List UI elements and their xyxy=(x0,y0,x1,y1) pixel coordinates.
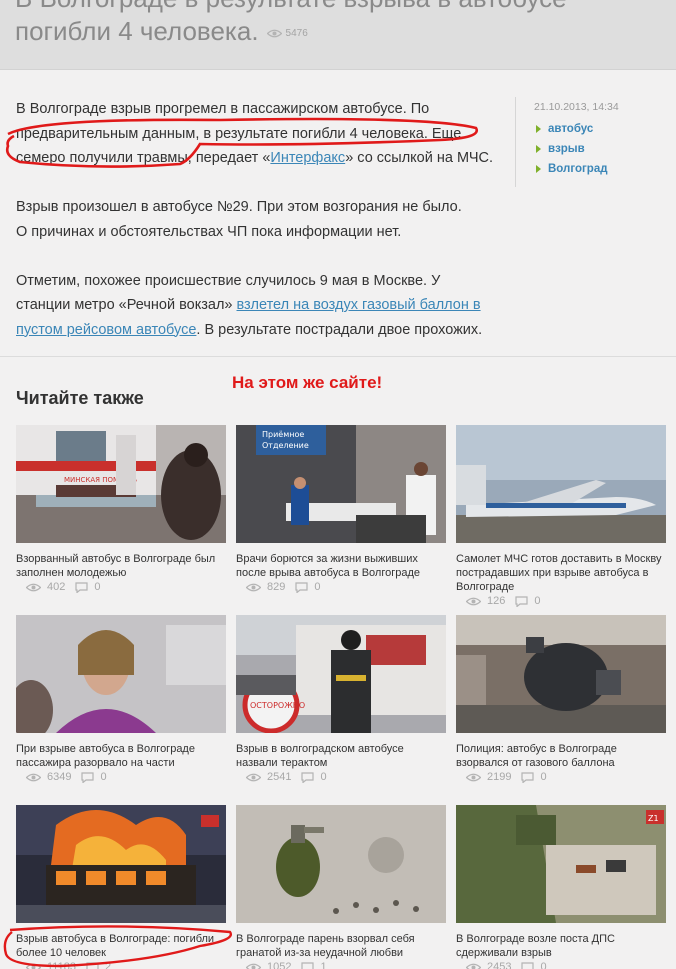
comment-icon xyxy=(515,595,528,607)
thumbnail-image[interactable] xyxy=(16,615,226,733)
related-card-title[interactable]: Полиция: автобус в Волгограде взорвался … xyxy=(456,742,666,770)
related-card[interactable]: Приёмное Отделение Врачи борются за жизн… xyxy=(236,425,446,594)
article-paragraph-1: В Волгограде взрыв прогремел в пассажирс… xyxy=(16,101,494,166)
eye-icon xyxy=(246,773,261,781)
eye-icon xyxy=(246,583,261,591)
comment-icon xyxy=(301,771,315,783)
eye-icon xyxy=(26,773,41,781)
section-divider xyxy=(0,356,676,357)
tag-list: автобус взрыв Волгоград xyxy=(534,119,675,179)
comment-icon xyxy=(86,961,99,969)
related-card-stats: 402 0 xyxy=(16,580,226,594)
related-card[interactable]: ОСТОРОЖНО Взрыв в волгоградском автобусе… xyxy=(236,615,446,784)
related-card-title[interactable]: В Волгограде парень взорвал себя гранато… xyxy=(236,932,446,960)
eye-icon xyxy=(26,583,41,591)
article-header: В Волгограде в результате взрыва в автоб… xyxy=(0,0,676,70)
publish-date: 21.10.2013, 14:34 xyxy=(534,101,619,113)
related-card[interactable]: Полиция: автобус в Волгограде взорвался … xyxy=(456,615,666,784)
eye-icon xyxy=(466,597,481,605)
tag-link[interactable]: взрыв xyxy=(534,139,675,159)
svg-text:Отделение: Отделение xyxy=(262,441,309,450)
related-heading: Читайте также xyxy=(16,388,144,408)
thumbnail-image[interactable] xyxy=(456,615,666,733)
related-card-stats: 2541 0 xyxy=(236,770,446,784)
related-card-stats: 2453 0 xyxy=(456,960,666,969)
related-card-stats: 126 0 xyxy=(456,594,666,608)
interfax-link[interactable]: Интерфакс xyxy=(270,150,345,166)
svg-text:ОСТОРОЖНО: ОСТОРОЖНО xyxy=(250,701,305,710)
page-title: В Волгограде в результате взрыва в автоб… xyxy=(15,0,655,50)
thumbnail-image[interactable] xyxy=(16,805,226,923)
related-card-stats: 2199 0 xyxy=(456,770,666,784)
comment-icon xyxy=(81,771,95,783)
thumbnail-image[interactable] xyxy=(236,805,446,923)
comment-icon xyxy=(521,771,535,783)
views-counter: 5476 xyxy=(266,17,308,50)
comment-icon xyxy=(521,961,535,969)
related-card[interactable]: В Волгограде парень взорвал себя гранато… xyxy=(236,805,446,969)
comment-icon xyxy=(75,581,88,593)
comment-icon xyxy=(301,961,315,969)
comment-icon xyxy=(295,581,308,593)
related-card-stats: 11183 2 xyxy=(16,960,226,969)
tag-link[interactable]: автобус xyxy=(534,119,675,139)
thumbnail-image[interactable] xyxy=(456,425,666,543)
related-card[interactable]: Самолет МЧС готов доставить в Москву пос… xyxy=(456,425,666,608)
related-card-stats: 6349 0 xyxy=(16,770,226,784)
related-card-title[interactable]: При взрыве автобуса в Волгограде пассажи… xyxy=(16,742,226,770)
related-card[interactable]: При взрыве автобуса в Волгограде пассажи… xyxy=(16,615,226,784)
eye-icon xyxy=(26,963,41,969)
related-card[interactable]: Z1 В Волгограде возле поста ДПС сдержива… xyxy=(456,805,666,969)
related-card-title[interactable]: Взрыв автобуса в Волгограде: погибли бол… xyxy=(16,932,226,960)
related-card-stats: 1052 1 xyxy=(236,960,446,969)
related-card[interactable]: Взрыв автобуса в Волгограде: погибли бол… xyxy=(16,805,226,969)
related-card-title[interactable]: Самолет МЧС готов доставить в Москву пос… xyxy=(456,552,666,594)
related-card-title[interactable]: Взрыв в волгоградском автобусе назвали т… xyxy=(236,742,446,770)
red-annotation-text: На этом же сайте! xyxy=(232,373,383,392)
eye-icon xyxy=(466,963,481,969)
thumbnail-image[interactable]: Приёмное Отделение xyxy=(236,425,446,543)
tag-link[interactable]: Волгоград xyxy=(534,159,675,179)
article-meta: 21.10.2013, 14:34 автобус взрыв Волгогра… xyxy=(515,97,675,187)
thumbnail-image[interactable]: Z1 xyxy=(456,805,666,923)
related-card-title[interactable]: Взорванный автобус в Волгограде был запо… xyxy=(16,552,226,580)
svg-text:Z1: Z1 xyxy=(648,814,659,823)
related-card-title[interactable]: В Волгограде возле поста ДПС сдерживали … xyxy=(456,932,666,960)
thumbnail-image[interactable]: ОСТОРОЖНО xyxy=(236,615,446,733)
article-paragraph-2: Взрыв произошел в автобусе №29. При этом… xyxy=(16,199,462,240)
related-card[interactable]: МИНСКАЯ ПОМОЩЬ Взорванный автобус в Волг… xyxy=(16,425,226,594)
article-paragraph-3: Отметим, похожее происшествие случилось … xyxy=(16,272,483,338)
related-card-stats: 829 0 xyxy=(236,580,446,594)
article-body: В Волгограде взрыв прогремел в пассажирс… xyxy=(16,97,496,367)
eye-icon xyxy=(266,29,282,37)
thumbnail-image[interactable]: МИНСКАЯ ПОМОЩЬ xyxy=(16,425,226,543)
eye-icon xyxy=(246,963,261,969)
svg-text:Приёмное: Приёмное xyxy=(262,430,304,439)
related-card-title[interactable]: Врачи борются за жизни выживших после вр… xyxy=(236,552,446,580)
eye-icon xyxy=(466,773,481,781)
